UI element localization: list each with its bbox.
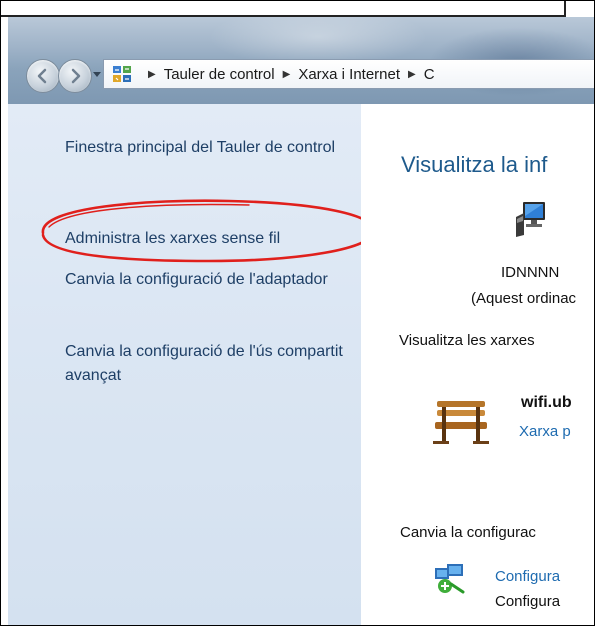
settings-heading: Canvia la configurac — [400, 524, 536, 541]
forward-arrow-icon — [71, 68, 81, 84]
forward-button[interactable] — [58, 59, 92, 93]
breadcrumb-xarxa[interactable]: Xarxa i Internet — [298, 66, 400, 83]
main-content: Visualitza la inf IDNNNN (Aquest ordinac… — [361, 104, 594, 625]
page-title: Visualitza la inf — [401, 152, 548, 177]
network-type-link[interactable]: Xarxa p — [519, 423, 571, 440]
computer-subtitle: (Aquest ordinac — [471, 290, 577, 307]
back-button[interactable] — [26, 59, 60, 93]
setup-connection-description: Configura — [495, 593, 561, 610]
breadcrumb-tauler[interactable]: Tauler de control — [164, 66, 275, 83]
sidebar: Finestra principal del Tauler de control… — [8, 104, 361, 625]
window: ▶ Tauler de control ▶ Xarxa i Internet ▶… — [0, 0, 595, 626]
breadcrumb-separator[interactable]: ▶ — [408, 69, 416, 80]
address-bar[interactable]: ▶ Tauler de control ▶ Xarxa i Internet ▶… — [103, 59, 594, 89]
network-setup-icon — [435, 564, 465, 594]
networks-heading: Visualitza les xarxes — [399, 332, 535, 349]
computer-name: IDNNNN — [501, 264, 560, 281]
navigation-bar: ▶ Tauler de control ▶ Xarxa i Internet ▶… — [8, 17, 594, 104]
network-name: wifi.ub — [521, 394, 572, 411]
chevron-down-icon[interactable] — [93, 72, 101, 77]
setup-connection-link[interactable]: Configura — [495, 568, 560, 585]
window-top-edge — [1, 1, 566, 17]
sidebar-item-advanced-sharing[interactable]: Canvia la configuració de l'ús compartit… — [65, 340, 355, 388]
back-arrow-icon — [37, 68, 47, 84]
control-panel-icon — [113, 66, 131, 82]
bench-icon — [433, 401, 489, 444]
sidebar-item-manage-wireless[interactable]: Administra les xarxes sense fil — [65, 227, 355, 251]
breadcrumb-current[interactable]: C — [424, 66, 435, 83]
breadcrumb-separator: ▶ — [148, 68, 156, 80]
computer-icon — [516, 202, 545, 237]
sidebar-item-control-panel-home[interactable]: Finestra principal del Tauler de control — [65, 136, 355, 160]
sidebar-item-adapter-settings[interactable]: Canvia la configuració de l'adaptador — [65, 268, 355, 292]
breadcrumb-separator[interactable]: ▶ — [283, 69, 291, 80]
